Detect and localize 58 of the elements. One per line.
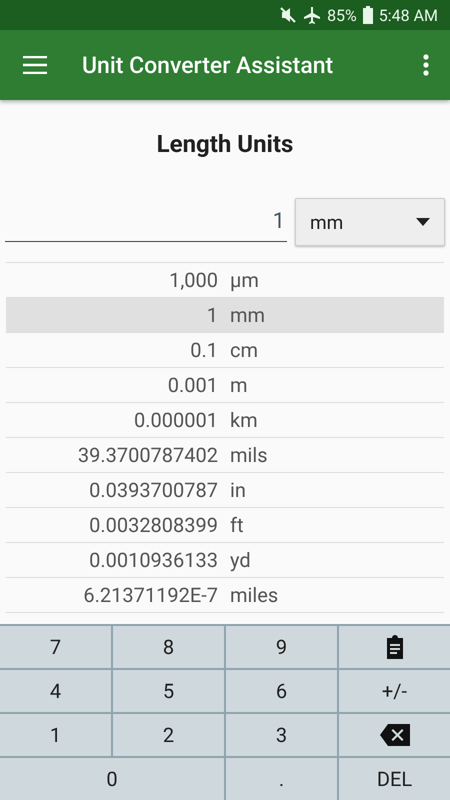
key-button[interactable]: 0 xyxy=(0,758,224,800)
key-button[interactable]: DEL xyxy=(339,758,450,800)
key-button[interactable]: . xyxy=(226,758,337,800)
backspace-icon xyxy=(380,724,410,746)
key-button[interactable]: 5 xyxy=(113,670,224,712)
key-button[interactable]: 3 xyxy=(226,714,337,756)
result-unit: km xyxy=(230,408,258,432)
key-button[interactable]: 2 xyxy=(113,714,224,756)
result-row[interactable]: 0.000001 km xyxy=(6,403,444,438)
result-unit: m xyxy=(230,373,248,397)
section-heading: Length Units xyxy=(156,130,294,158)
mute-icon xyxy=(279,6,298,24)
key-button[interactable]: 4 xyxy=(0,670,111,712)
clock: 5:48 AM xyxy=(378,6,438,24)
result-unit: in xyxy=(230,478,246,502)
menu-icon xyxy=(23,56,47,74)
result-row[interactable]: 6.21371192E-7 miles xyxy=(6,578,444,613)
result-value: 1,000 xyxy=(168,268,218,292)
result-unit: ft xyxy=(230,513,244,537)
result-value: 6.21371192E-7 xyxy=(82,583,218,607)
key-button[interactable]: 1 xyxy=(0,714,111,756)
result-unit: mm xyxy=(230,303,266,327)
result-value: 0.000001 xyxy=(133,408,218,432)
key-button[interactable]: 6 xyxy=(226,670,337,712)
result-value: 0.0010936133 xyxy=(88,548,218,572)
result-value: 0.1 xyxy=(189,338,218,362)
result-value: 0.001 xyxy=(166,373,218,397)
backspace-button[interactable] xyxy=(339,714,450,756)
key-button[interactable]: 9 xyxy=(226,626,337,668)
battery-percent: 85% xyxy=(327,6,357,24)
result-unit: cm xyxy=(230,338,258,362)
result-row[interactable]: 39.3700787402 mils xyxy=(6,438,444,473)
result-value: 0.0393700787 xyxy=(88,478,218,502)
more-icon xyxy=(423,54,429,76)
paste-button[interactable] xyxy=(339,626,450,668)
result-unit: miles xyxy=(230,583,278,607)
key-button[interactable]: +/- xyxy=(339,670,450,712)
key-button[interactable]: 7 xyxy=(0,626,111,668)
result-value: 0.0032808399 xyxy=(88,513,218,537)
dropdown-arrow-icon xyxy=(416,218,430,226)
value-input[interactable]: 1 xyxy=(5,202,287,242)
result-value: 1 xyxy=(206,303,218,327)
airplane-icon xyxy=(303,6,322,24)
result-row[interactable]: 1 mm xyxy=(6,298,444,333)
unit-dropdown[interactable]: mm xyxy=(295,198,445,246)
result-row[interactable]: 0.0393700787 in xyxy=(6,473,444,508)
result-unit: yd xyxy=(230,548,251,572)
result-row[interactable]: 0.1 cm xyxy=(6,333,444,368)
key-button[interactable]: 8 xyxy=(113,626,224,668)
battery-icon xyxy=(362,6,373,24)
result-value: 39.3700787402 xyxy=(76,443,218,467)
result-row[interactable]: 0.0010936133 yd xyxy=(6,543,444,578)
result-row[interactable]: 0.001 m xyxy=(6,368,444,403)
result-unit: mils xyxy=(230,443,268,467)
result-unit: µm xyxy=(230,268,259,292)
result-row[interactable]: 0.0032808399 ft xyxy=(6,508,444,543)
app-title: Unit Converter Assistant xyxy=(82,52,334,78)
clipboard-icon xyxy=(384,635,404,659)
